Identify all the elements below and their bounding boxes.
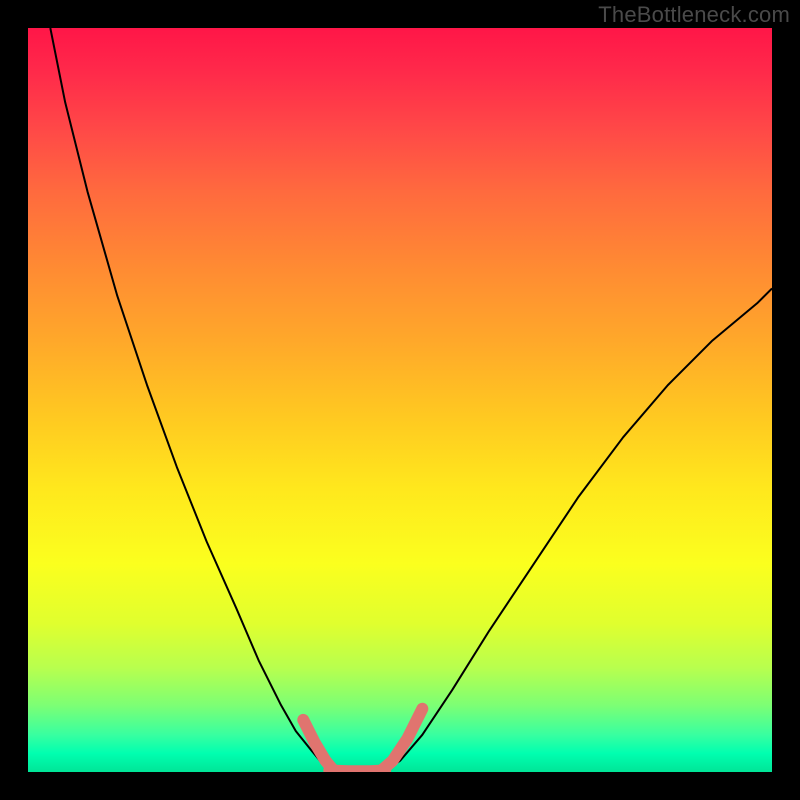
series-pink-right-tail (381, 709, 422, 771)
plot-area (28, 28, 772, 772)
watermark-text: TheBottleneck.com (598, 2, 790, 28)
series-left-curve (50, 28, 329, 771)
series-right-curve (385, 288, 772, 770)
curves-svg (28, 28, 772, 772)
chart-frame: TheBottleneck.com (0, 0, 800, 800)
